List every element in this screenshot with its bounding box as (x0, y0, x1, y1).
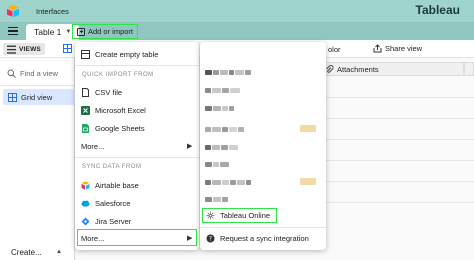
table-tab-bar: Table 1 ▼ (0, 22, 474, 40)
menu-item-jira-server[interactable]: Jira Server (81, 217, 131, 226)
google-sheets-icon (82, 124, 89, 133)
sidebar-item-grid-view[interactable]: Grid view (3, 89, 75, 105)
attachments-label: Attachments (337, 64, 379, 74)
salesforce-icon (81, 200, 90, 207)
help-icon: ? (206, 234, 215, 243)
excel-icon (81, 106, 90, 115)
row-divider (318, 160, 474, 161)
beta-badge (300, 178, 316, 185)
add-or-import-button[interactable]: Add or import (71, 24, 139, 39)
table-icon (81, 50, 90, 59)
menu-item-label: CSV file (95, 88, 123, 97)
hamburger-icon (7, 45, 16, 54)
views-button[interactable]: VIEWS (3, 43, 45, 55)
add-field-button[interactable] (464, 62, 474, 76)
menu-item-more-import[interactable]: More... (81, 142, 104, 151)
row-divider (318, 118, 474, 119)
add-import-menu: Create empty table QUICK IMPORT FROM CSV… (75, 42, 199, 250)
row-divider (318, 202, 474, 203)
tab-label: Table 1 (34, 27, 62, 37)
app-bar: Interfaces Tableau (0, 0, 474, 22)
integration-item[interactable] (205, 195, 229, 203)
menu-item-create-empty-table[interactable]: Create empty table (81, 50, 158, 59)
menu-item-label: More... (81, 142, 105, 151)
divider (0, 85, 75, 86)
chevron-down-icon[interactable]: ▼ (65, 29, 71, 35)
airtable-logo-icon[interactable] (6, 4, 20, 18)
integration-item[interactable] (205, 104, 235, 112)
integration-item[interactable] (205, 160, 230, 168)
tableau-icon (206, 211, 215, 220)
plus-icon (77, 27, 85, 36)
paperclip-icon (326, 64, 334, 73)
share-view-button[interactable]: Share view (373, 44, 422, 53)
chevron-right-icon: ▶ (187, 235, 193, 242)
search-icon (7, 69, 16, 78)
menu-item-label: Create empty table (95, 50, 159, 59)
integration-item[interactable] (205, 125, 245, 133)
jira-icon (81, 217, 90, 226)
beta-badge (300, 125, 316, 132)
divider (75, 65, 199, 66)
menu-item-label: Request a sync integration (220, 234, 309, 243)
menu-item-label: Salesforce (95, 199, 131, 208)
tableau-online-wrap: Tableau Online (206, 211, 270, 220)
menu-item-label: Airtable base (95, 181, 139, 190)
share-icon (373, 44, 382, 53)
row-divider (318, 97, 474, 98)
menu-item-label: More... (81, 234, 105, 243)
views-label: VIEWS (19, 45, 41, 53)
menu-item-label: Jira Server (95, 217, 132, 226)
integration-item[interactable] (205, 86, 241, 94)
menu-item-csv-file[interactable]: CSV file (81, 88, 122, 97)
base-name[interactable]: Interfaces (36, 7, 69, 16)
more-sync-label-wrap: More... (81, 234, 104, 243)
color-button[interactable]: olor (328, 45, 341, 54)
menu-item-label: Tableau Online (220, 211, 271, 220)
menu-item-airtable-base[interactable]: Airtable base (81, 181, 139, 190)
grid-icon (8, 92, 17, 102)
find-view-placeholder: Find a view (20, 69, 58, 78)
integration-item[interactable] (205, 143, 239, 151)
sync-integrations-submenu: Tableau Online ? Request a sync integrat… (200, 42, 326, 250)
menu-item-label: Google Sheets (95, 124, 145, 133)
attachments-column-header[interactable]: Attachments (318, 62, 464, 76)
menu-item-google-sheets[interactable]: Google Sheets (81, 124, 145, 133)
find-view-input[interactable]: Find a view (7, 69, 58, 78)
row-divider (318, 139, 474, 140)
views-sidebar: Find a view Grid view Create... ▲ (0, 58, 75, 260)
airtable-icon (81, 181, 90, 190)
menu-item-label: Microsoft Excel (95, 106, 146, 115)
row-divider (318, 181, 474, 182)
svg-text:?: ? (209, 236, 212, 243)
integration-item[interactable] (205, 178, 252, 186)
menu-item-request-sync-integration[interactable]: ? Request a sync integration (206, 234, 309, 243)
chevron-up-icon[interactable]: ▲ (56, 249, 62, 255)
file-icon (82, 88, 89, 97)
workspace-title[interactable]: Tableau (416, 3, 460, 17)
section-header-quick-import: QUICK IMPORT FROM (82, 72, 154, 78)
grid-icon (63, 44, 72, 53)
integration-item[interactable] (205, 68, 252, 76)
menu-item-microsoft-excel[interactable]: Microsoft Excel (81, 106, 146, 115)
divider (200, 227, 326, 228)
create-view-button[interactable]: Create... (11, 248, 42, 257)
tab-table-1[interactable]: Table 1 ▼ (26, 24, 80, 40)
grid-view-label: Grid view (21, 92, 53, 102)
share-view-label: Share view (385, 44, 423, 53)
add-or-import-label: Add or import (88, 27, 134, 36)
menu-item-salesforce[interactable]: Salesforce (81, 199, 130, 208)
section-header-sync: SYNC DATA FROM (82, 164, 142, 170)
chevron-right-icon: ▶ (187, 143, 193, 150)
divider (75, 157, 199, 158)
menu-icon[interactable] (8, 27, 18, 35)
